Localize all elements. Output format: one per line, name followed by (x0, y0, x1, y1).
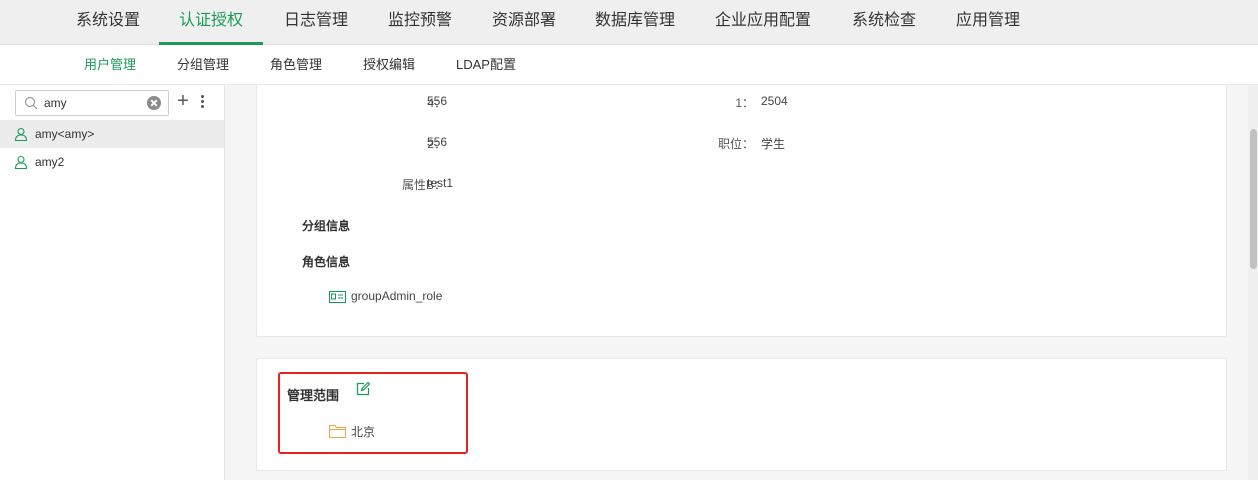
field-label: 1： (735, 96, 754, 110)
tab-system-check[interactable]: 系统检查 (836, 0, 932, 45)
user-info-card: 4： 556 1： 2504 2： 556 职位： 学生 属性B： test1 … (256, 85, 1227, 337)
tab-monitoring[interactable]: 监控预警 (372, 0, 468, 45)
field-value: 556 (427, 135, 448, 149)
role-item: groupAdmin_role (351, 289, 443, 303)
field-label: 职位： (717, 137, 754, 151)
subtab-user-management[interactable]: 用户管理 (84, 45, 136, 85)
more-options-icon[interactable] (197, 95, 207, 111)
role-info-heading: 角色信息 (302, 255, 351, 269)
user-name: amy2 (35, 155, 65, 169)
tab-app-management[interactable]: 应用管理 (940, 0, 1036, 45)
folder-icon (329, 424, 346, 438)
add-user-button[interactable]: + (176, 91, 190, 112)
vertical-scrollbar[interactable] (1248, 85, 1258, 480)
user-list-item[interactable]: amy2 (0, 148, 224, 176)
tab-enterprise-app[interactable]: 企业应用配置 (702, 0, 824, 45)
field-value: 2504 (761, 94, 788, 108)
user-list-item[interactable]: amy<amy> (0, 120, 224, 148)
management-scope-card: 管理范围 北京 (256, 358, 1227, 471)
subtab-role-management[interactable]: 角色管理 (270, 45, 322, 85)
subtab-auth-edit[interactable]: 授权编辑 (363, 45, 415, 85)
tab-system-settings[interactable]: 系统设置 (60, 0, 156, 45)
scrollbar-thumb[interactable] (1250, 129, 1257, 269)
clear-search-icon[interactable] (147, 96, 161, 110)
user-sidebar: + amy<amy> amy2 (0, 85, 225, 480)
subtab-group-management[interactable]: 分组管理 (177, 45, 229, 85)
edit-icon[interactable] (355, 381, 371, 397)
search-box (15, 90, 169, 116)
tab-log-management[interactable]: 日志管理 (268, 0, 364, 45)
subtab-ldap-config[interactable]: LDAP配置 (456, 45, 516, 85)
tab-resource-deploy[interactable]: 资源部署 (476, 0, 572, 45)
tab-database[interactable]: 数据库管理 (582, 0, 688, 45)
user-icon (14, 127, 28, 141)
tab-auth[interactable]: 认证授权 (159, 0, 263, 45)
field-value: 556 (427, 94, 448, 108)
scope-item-label[interactable]: 北京 (351, 423, 375, 440)
field-value: test1 (427, 176, 454, 190)
sub-navigation: 用户管理 分组管理 角色管理 授权编辑 LDAP配置 (0, 45, 1258, 85)
search-input[interactable] (44, 94, 144, 112)
main-content: 4： 556 1： 2504 2： 556 职位： 学生 属性B： test1 … (225, 85, 1248, 480)
field-value: 学生 (761, 137, 786, 151)
top-navigation: 系统设置 认证授权 日志管理 监控预警 资源部署 数据库管理 企业应用配置 系统… (0, 0, 1258, 45)
role-card-icon (329, 291, 346, 303)
user-icon (14, 155, 28, 169)
scope-title: 管理范围 (287, 388, 340, 403)
group-info-heading: 分组信息 (302, 219, 351, 233)
search-icon (24, 96, 38, 110)
user-name: amy<amy> (35, 127, 95, 141)
